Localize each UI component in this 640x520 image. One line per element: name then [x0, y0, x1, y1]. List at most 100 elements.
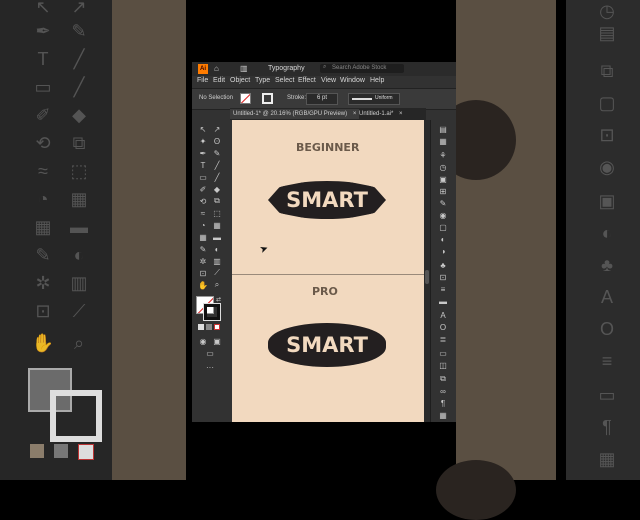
graphic-styles-icon[interactable]: ▢: [437, 222, 449, 232]
gradient-panel-icon[interactable]: ▬: [437, 296, 449, 306]
curvature-tool-icon[interactable]: ✎: [212, 148, 222, 158]
mesh-tool-icon[interactable]: ▦: [198, 232, 208, 242]
shape-builder-tool-icon[interactable]: ◔: [198, 220, 208, 230]
selection-tool-icon[interactable]: ↖: [198, 124, 208, 134]
eyedropper-tool-icon[interactable]: ✎: [198, 244, 208, 254]
shaper-tool-icon[interactable]: ✐: [198, 184, 208, 194]
paintbrush-tool-icon[interactable]: ╱: [212, 172, 222, 182]
change-screen-mode-icon[interactable]: ▭: [205, 348, 215, 358]
blend-tool-icon[interactable]: ◐: [212, 244, 222, 254]
curvature-tool-icon: ✎: [71, 20, 87, 41]
bg-panel-icon-3: ⧉: [600, 60, 614, 81]
menu-help[interactable]: Help: [370, 77, 384, 84]
paragraph-icon[interactable]: ¶: [437, 398, 449, 408]
menu-view[interactable]: View: [321, 77, 336, 84]
gradient-tool-icon[interactable]: ▬: [212, 232, 222, 242]
char-styles-icon[interactable]: ⊡: [437, 272, 449, 282]
home-icon[interactable]: ⌂: [214, 64, 219, 73]
libraries-icon[interactable]: ⚘: [437, 150, 449, 160]
smart-badge-pro[interactable]: SMART: [268, 323, 386, 367]
align-icon[interactable]: ▭: [437, 348, 449, 358]
stroke-label: Stroke:: [287, 95, 307, 101]
artboard-canvas[interactable]: BEGINNER SMART PRO SMART ➤: [232, 120, 424, 422]
close-icon[interactable]: ×: [399, 111, 403, 117]
scale-tool-icon[interactable]: ⧉: [212, 196, 222, 206]
links-icon[interactable]: ∞: [437, 386, 449, 396]
type-tool-icon[interactable]: T: [198, 160, 208, 170]
blend-tool-icon: ◐: [73, 244, 85, 265]
pen-tool-icon[interactable]: ✒: [198, 148, 208, 158]
perspective-grid-tool-icon[interactable]: ▦: [212, 220, 222, 230]
shape-builder-icon: ◔: [37, 188, 49, 209]
color-mode-icon: [30, 444, 44, 458]
lasso-tool-icon[interactable]: ʘ: [212, 136, 222, 146]
scrollbar-thumb[interactable]: [425, 270, 429, 284]
gradient-tool-icon: ▬: [70, 216, 88, 237]
direct-selection-tool-icon[interactable]: ↗: [212, 124, 222, 134]
color-icon[interactable]: ◷: [437, 162, 449, 172]
glyphs-icon[interactable]: ♣: [437, 260, 449, 270]
color-guide-icon[interactable]: ▣: [437, 174, 449, 184]
layers-icon[interactable]: ▦: [437, 136, 449, 146]
color-mode-button[interactable]: [198, 324, 204, 330]
menu-file[interactable]: File: [197, 77, 208, 84]
asset-export-icon[interactable]: ▦: [437, 410, 449, 420]
properties-icon[interactable]: ▤: [437, 124, 449, 134]
zoom-tool-icon[interactable]: ⌕: [212, 280, 222, 290]
menu-select[interactable]: Select: [275, 77, 294, 84]
bg-panel-icon-5: ⊡: [599, 124, 615, 145]
paragraph-styles-icon[interactable]: ≣: [437, 334, 449, 344]
draw-mode-icon[interactable]: ◉: [198, 336, 208, 346]
width-tool-icon[interactable]: ≈: [198, 208, 208, 218]
line-segment-tool-icon[interactable]: ╱: [212, 160, 222, 170]
app-logo: Ai: [198, 64, 208, 74]
pathfinder-icon[interactable]: ◫: [437, 360, 449, 370]
menu-object[interactable]: Object: [230, 77, 250, 84]
more-tools-icon[interactable]: ···: [205, 362, 215, 372]
rectangle-tool-icon[interactable]: ▭: [198, 172, 208, 182]
column-graph-tool-icon[interactable]: ▥: [212, 256, 222, 266]
arrange-documents-icon[interactable]: ▥: [240, 64, 248, 73]
artboard-tool-icon[interactable]: ⊡: [198, 268, 208, 278]
width-tool-icon: ≈: [38, 160, 48, 181]
illustrator-window: Ai ⌂ ▥ Typography ⌕ Search Adobe Stock F…: [192, 62, 456, 422]
line-tool-icon: ╱: [73, 48, 85, 69]
stroke-weight-field[interactable]: 6 pt: [306, 93, 338, 105]
stock-search-field[interactable]: ⌕ Search Adobe Stock: [320, 64, 404, 73]
brushes-icon[interactable]: ✎: [437, 198, 449, 208]
eraser-tool-icon[interactable]: ◆: [212, 184, 222, 194]
stroke-profile-dropdown[interactable]: Uniform: [348, 93, 400, 105]
rotate-tool-icon[interactable]: ⟲: [198, 196, 208, 206]
fill-color-control[interactable]: [240, 93, 251, 104]
free-transform-tool-icon[interactable]: ⬚: [212, 208, 222, 218]
swap-fill-stroke-icon[interactable]: ⇄: [216, 296, 221, 303]
menu-effect[interactable]: Effect: [298, 77, 316, 84]
swatches-icon[interactable]: ⊞: [437, 186, 449, 196]
workspace-switcher[interactable]: Typography: [268, 65, 305, 72]
symbols-icon[interactable]: ◉: [437, 210, 449, 220]
transparency-icon[interactable]: ◑: [437, 246, 449, 256]
screen-mode-icon[interactable]: ▣: [212, 336, 222, 346]
magic-wand-icon[interactable]: ✦: [198, 136, 208, 146]
none-mode-button[interactable]: [214, 324, 220, 330]
menu-window[interactable]: Window: [340, 77, 365, 84]
opentype-icon[interactable]: O: [437, 322, 449, 332]
symbol-sprayer-tool-icon[interactable]: ✲: [198, 256, 208, 266]
transform-icon[interactable]: ⧉: [437, 374, 449, 384]
appearance-icon[interactable]: ◐: [437, 234, 449, 244]
control-bar: No Selection Stroke: 6 pt Uniform: [192, 88, 456, 110]
stroke-swatch[interactable]: [203, 303, 221, 321]
hand-tool-icon[interactable]: ✋: [198, 280, 208, 290]
menu-edit[interactable]: Edit: [213, 77, 225, 84]
rotate-tool-icon: ⟲: [35, 132, 51, 153]
character-icon[interactable]: A: [437, 310, 449, 320]
menu-type[interactable]: Type: [255, 77, 270, 84]
shaper-tool-icon: ✐: [35, 104, 51, 125]
stroke-color-control[interactable]: [262, 93, 273, 104]
tab-untitled-1-active[interactable]: Untitled-1* @ 20.16% (RGB/GPU Preview) ×: [230, 109, 360, 119]
gradient-mode-button[interactable]: [206, 324, 212, 330]
stroke-panel-icon[interactable]: ≡: [437, 284, 449, 294]
slice-tool-icon[interactable]: ⟋: [212, 268, 222, 278]
tab-untitled-1-ai[interactable]: Untitled-1.ai* ×: [356, 109, 406, 119]
smart-badge-beginner[interactable]: SMART: [268, 181, 386, 219]
